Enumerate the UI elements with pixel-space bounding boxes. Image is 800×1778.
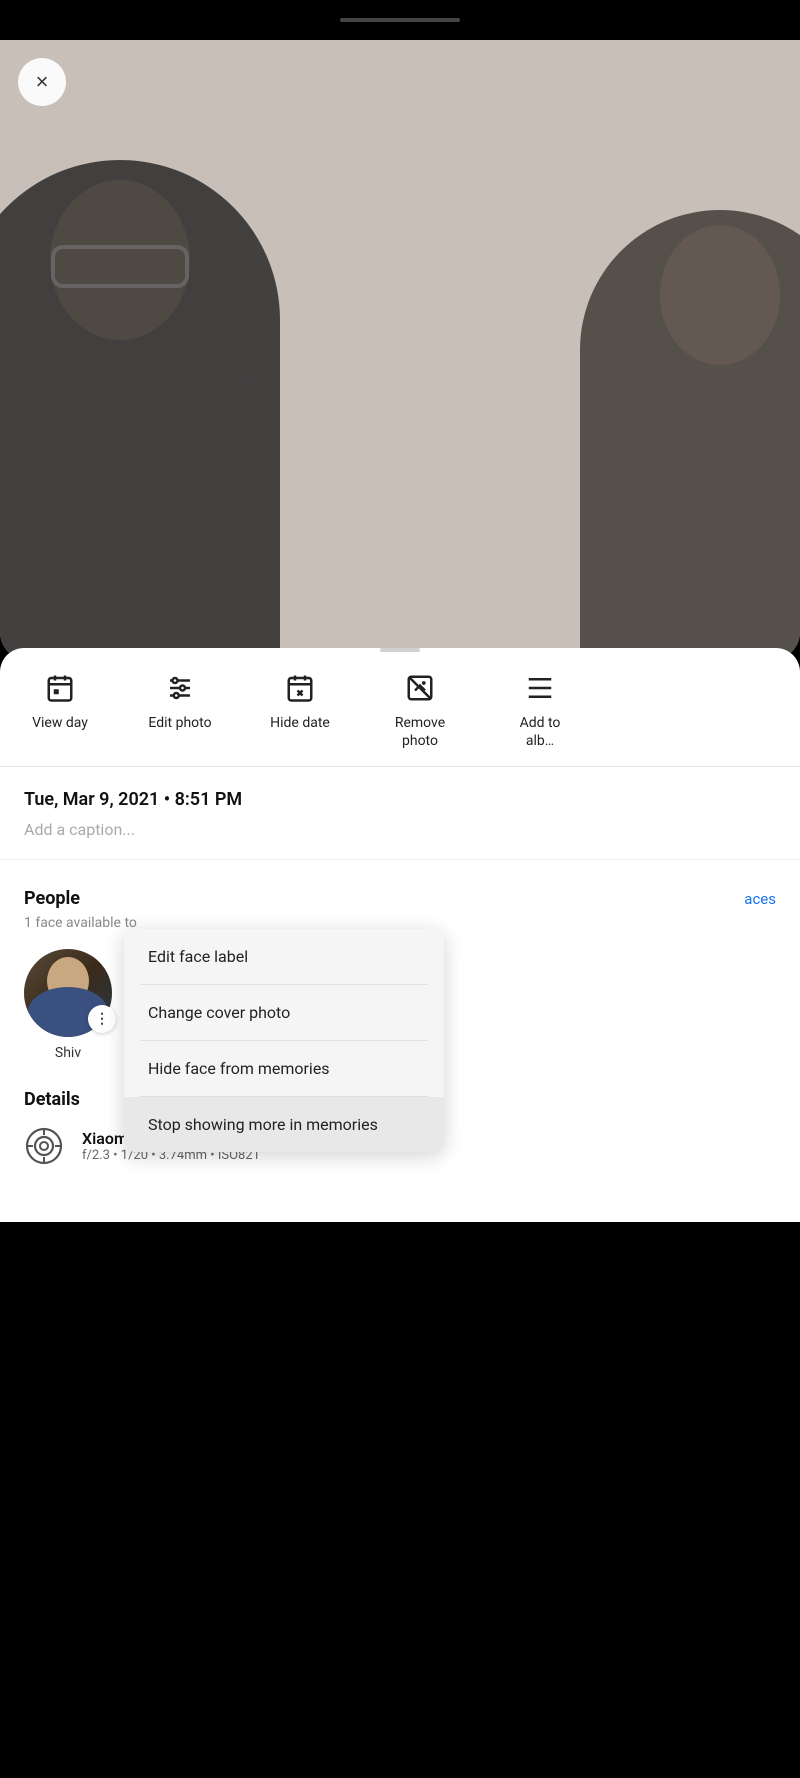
- date-display: Tue, Mar 9, 2021 • 8:51 PM: [24, 789, 776, 810]
- close-button[interactable]: ×: [18, 58, 66, 106]
- people-row: ⋮ Shiv ⋮ Add name Edit face label Change…: [24, 949, 776, 1061]
- toolbar-label-view-day: View day: [32, 714, 88, 732]
- toolbar-item-view-day[interactable]: View day: [0, 670, 120, 732]
- photo-background: [0, 40, 800, 660]
- people-section: People aces 1 face available to ⋮ Shiv ⋮…: [0, 872, 800, 1061]
- context-menu-hide-face[interactable]: Hide face from memories: [124, 1041, 444, 1096]
- image-off-icon: [402, 670, 438, 706]
- toolbar-item-add-album[interactable]: Add toalb…: [480, 670, 600, 750]
- action-toolbar: View day Edit photo: [0, 652, 800, 767]
- toolbar-item-edit-photo[interactable]: Edit photo: [120, 670, 240, 732]
- toolbar-label-hide-date: Hide date: [270, 714, 330, 732]
- toolbar-label-add-album: Add toalb…: [520, 714, 561, 750]
- caption-field[interactable]: Add a caption...: [24, 820, 776, 839]
- context-menu: Edit face label Change cover photo Hide …: [124, 929, 444, 1152]
- person-left-silhouette: [0, 160, 280, 660]
- toolbar-item-remove-photo[interactable]: Removephoto: [360, 670, 480, 750]
- person-name-shiv: Shiv: [55, 1045, 81, 1061]
- camera-icon: [24, 1126, 64, 1166]
- person-right-silhouette: [580, 210, 800, 660]
- top-bar: [0, 0, 800, 40]
- faces-link[interactable]: aces: [744, 890, 776, 908]
- photo-container: ×: [0, 40, 800, 660]
- toolbar-label-remove-photo: Removephoto: [395, 714, 445, 750]
- toolbar-item-hide-date[interactable]: Hide date: [240, 670, 360, 732]
- info-panel: View day Edit photo: [0, 648, 800, 1222]
- status-bar-line: [340, 18, 460, 22]
- sliders-icon: [162, 670, 198, 706]
- context-menu-edit-face-label[interactable]: Edit face label: [124, 929, 444, 984]
- menu-icon: [522, 670, 558, 706]
- people-title: People: [24, 888, 80, 909]
- close-icon: ×: [36, 71, 49, 93]
- context-menu-change-cover[interactable]: Change cover photo: [124, 985, 444, 1040]
- person-card-shiv: ⋮ Shiv: [24, 949, 112, 1061]
- calendar-icon: [42, 670, 78, 706]
- context-menu-stop-showing[interactable]: Stop showing more in memories: [124, 1097, 444, 1152]
- date-section: Tue, Mar 9, 2021 • 8:51 PM Add a caption…: [0, 767, 800, 847]
- calendar-x-icon: [282, 670, 318, 706]
- divider-1: [0, 859, 800, 860]
- people-header: People aces: [24, 888, 776, 909]
- toolbar-label-edit-photo: Edit photo: [148, 714, 211, 732]
